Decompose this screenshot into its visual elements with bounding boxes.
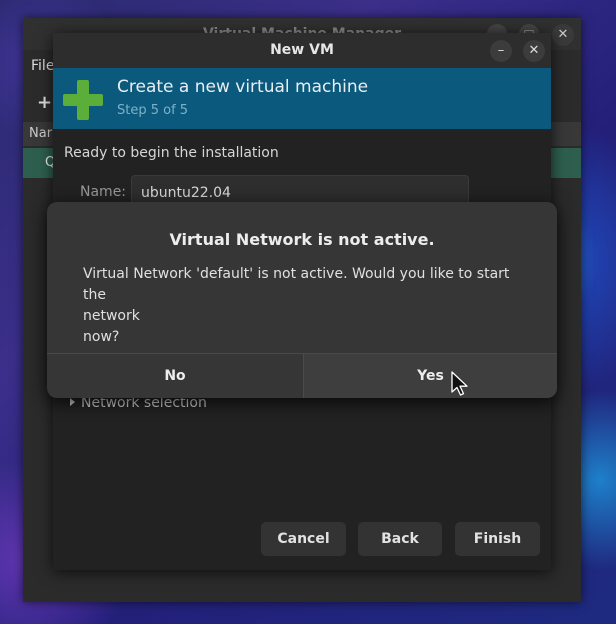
finish-button[interactable]: Finish [455, 522, 540, 556]
yes-button[interactable]: Yes [304, 354, 557, 398]
main-close-button[interactable]: ✕ [552, 24, 574, 46]
dialog-message-line: network [83, 308, 140, 324]
dialog-message: Virtual Network 'default' is not active.… [83, 264, 528, 348]
network-inactive-dialog: Virtual Network is not active. Virtual N… [47, 202, 557, 398]
new-vm-minimize-button[interactable]: – [490, 40, 512, 62]
dialog-message-line: now? [83, 329, 120, 345]
wizard-step: Step 5 of 5 [117, 103, 189, 118]
no-button[interactable]: No [47, 354, 303, 398]
ready-text: Ready to begin the installation [64, 145, 279, 161]
new-vm-close-button[interactable]: ✕ [523, 40, 545, 62]
plus-icon [63, 80, 103, 120]
wizard-banner: Create a new virtual machine Step 5 of 5 [53, 68, 551, 129]
wizard-title: Create a new virtual machine [117, 77, 369, 97]
new-vm-title: New VM [53, 33, 551, 68]
menu-file[interactable]: File [31, 58, 54, 74]
dialog-message-line: Virtual Network 'default' is not active.… [83, 266, 510, 303]
mouse-pointer-icon [451, 371, 468, 396]
cancel-button[interactable]: Cancel [261, 522, 346, 556]
expander-arrow-icon [70, 398, 75, 406]
name-label: Name: [80, 184, 127, 200]
back-button[interactable]: Back [358, 522, 442, 556]
add-vm-icon[interactable]: + [37, 92, 52, 113]
dialog-title: Virtual Network is not active. [169, 230, 435, 249]
